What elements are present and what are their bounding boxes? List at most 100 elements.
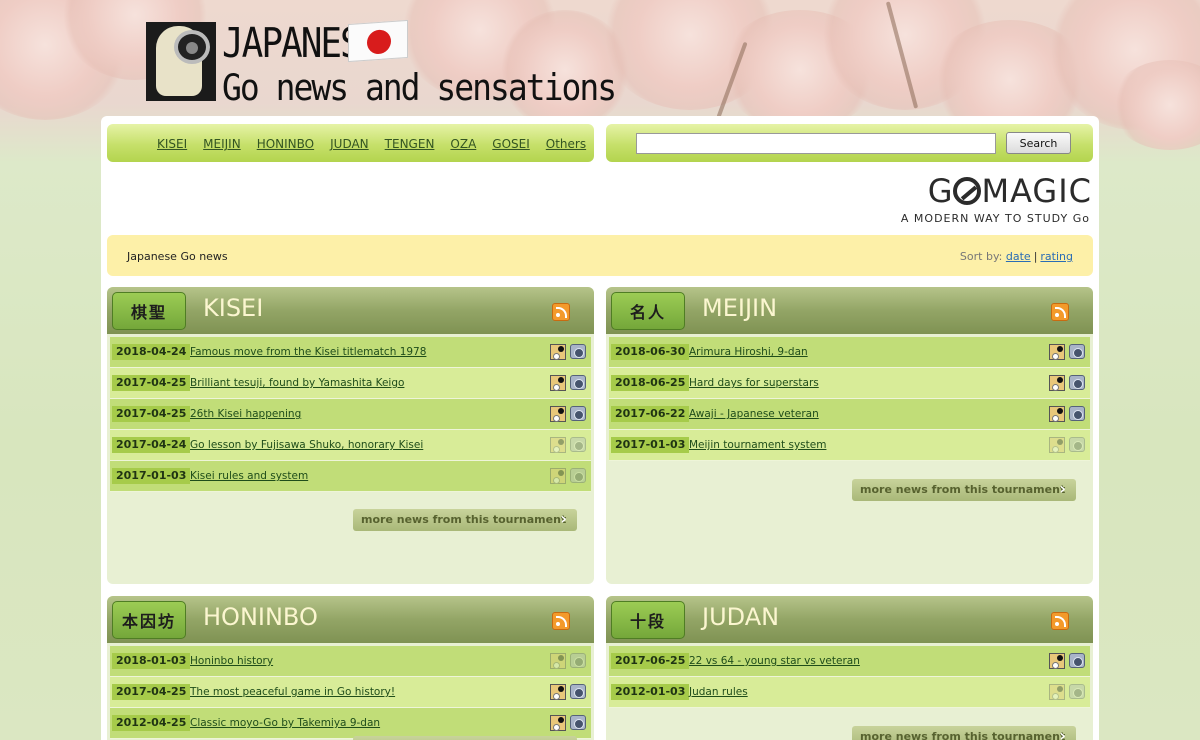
camera-icon	[570, 437, 586, 452]
news-item: 2018-04-24 Famous move from the Kisei tit…	[110, 337, 591, 368]
news-date: 2012-01-03	[611, 684, 690, 700]
camera-icon[interactable]	[1069, 653, 1085, 668]
camera-icon	[1069, 437, 1085, 452]
tournament-panel-meijin: 名人 MEIJIN 2018-06-30 Arimura Hiroshi, 9-dan…	[606, 287, 1093, 584]
news-title-link[interactable]: The most peaceful game in Go history!	[190, 686, 395, 698]
rss-feed-icon[interactable]	[552, 612, 570, 630]
nav-link-gosei[interactable]: GOSEI	[492, 137, 529, 151]
news-title-link[interactable]: Brilliant tesuji, found by Yamashita Kei…	[190, 377, 404, 389]
go-board-icon[interactable]	[550, 344, 566, 360]
kanji-badge: 十段	[611, 601, 685, 639]
camera-icon[interactable]	[1069, 406, 1085, 421]
news-date: 2017-01-03	[611, 437, 690, 453]
japan-flag-icon	[348, 19, 408, 63]
panel-header: 名人 MEIJIN	[606, 287, 1093, 334]
news-title-link[interactable]: Honinbo history	[190, 655, 273, 667]
go-board-icon[interactable]	[550, 715, 566, 731]
news-title-link[interactable]: Classic moyo-Go by Takemiya 9-dan	[190, 717, 380, 729]
news-title-link[interactable]: Awaji - Japanese veteran	[689, 408, 819, 420]
kanji-badge: 本因坊	[112, 601, 186, 639]
camera-icon[interactable]	[570, 715, 586, 730]
news-date: 2017-06-25	[611, 653, 690, 669]
site-title-line2: Go news and sensations	[222, 66, 617, 109]
rss-feed-icon[interactable]	[1051, 612, 1069, 630]
news-item: 2018-06-30 Arimura Hiroshi, 9-dan	[609, 337, 1090, 368]
news-item: 2017-01-03 Kisei rules and system	[110, 461, 591, 492]
news-item: 2012-04-25 Classic moyo-Go by Takemiya 9-…	[110, 708, 591, 739]
news-list: 2018-01-03 Honinbo history 2017-04-25 The m…	[110, 646, 591, 739]
news-list: 2018-04-24 Famous move from the Kisei tit…	[110, 337, 591, 492]
more-news-button[interactable]: more news from this tournament	[353, 735, 577, 740]
page-container: KISEI MEIJIN HONINBO JUDAN TENGEN OZA GOSEI Oth…	[101, 116, 1099, 740]
go-board-icon[interactable]	[550, 684, 566, 700]
kanji-badge: 棋聖	[112, 292, 186, 330]
panel-title[interactable]: JUDAN	[702, 603, 779, 631]
news-title-link[interactable]: Hard days for superstars	[689, 377, 819, 389]
news-date: 2018-06-25	[611, 375, 690, 391]
site-header: JAPANESE Go news and sensations	[0, 0, 1200, 118]
nav-link-tengen[interactable]: TENGEN	[385, 137, 435, 151]
camera-icon[interactable]	[570, 684, 586, 699]
sort-controls: Sort by: date | rating	[960, 250, 1073, 263]
go-board-icon	[1049, 437, 1065, 453]
news-item: 2017-04-25 The most peaceful game in Go h…	[110, 677, 591, 708]
nav-link-oza[interactable]: OZA	[450, 137, 476, 151]
panel-title[interactable]: KISEI	[203, 294, 263, 322]
news-title-link[interactable]: Famous move from the Kisei titlematch 19…	[190, 346, 426, 358]
nav-link-honinbo[interactable]: HONINBO	[257, 137, 314, 151]
go-board-icon[interactable]	[1049, 344, 1065, 360]
main-nav: KISEI MEIJIN HONINBO JUDAN TENGEN OZA GOSEI Oth…	[107, 124, 594, 162]
search-bar: Search	[606, 124, 1093, 162]
panel-title[interactable]: MEIJIN	[702, 294, 777, 322]
nav-link-others[interactable]: Others	[546, 137, 586, 151]
news-title-link[interactable]: Judan rules	[689, 686, 748, 698]
go-board-icon[interactable]	[550, 375, 566, 391]
more-news-button[interactable]: more news from this tournament	[353, 508, 577, 531]
news-date: 2018-06-30	[611, 344, 690, 360]
panel-title[interactable]: HONINBO	[203, 603, 318, 631]
more-news-button[interactable]: more news from this tournament	[852, 725, 1076, 740]
camera-icon[interactable]	[1069, 375, 1085, 390]
nav-link-judan[interactable]: JUDAN	[330, 137, 369, 151]
nav-link-kisei[interactable]: KISEI	[157, 137, 187, 151]
camera-icon[interactable]	[570, 406, 586, 421]
tournament-panel-judan: 十段 JUDAN 2017-06-25 22 vs 64 - young star v…	[606, 596, 1093, 740]
tournament-panel-kisei: 棋聖 KISEI 2018-04-24 Famous move from the Ki…	[107, 287, 594, 584]
news-date: 2017-04-25	[112, 684, 191, 700]
camera-icon	[174, 30, 210, 64]
panel-header: 本因坊 HONINBO	[107, 596, 594, 643]
kanji-badge: 名人	[611, 292, 685, 330]
more-news-button[interactable]: more news from this tournament	[852, 478, 1076, 501]
camera-icon[interactable]	[570, 344, 586, 359]
news-title-link[interactable]: Go lesson by Fujisawa Shuko, honorary Ki…	[190, 439, 423, 451]
search-input[interactable]	[636, 133, 996, 154]
news-date: 2017-04-24	[112, 437, 191, 453]
go-board-icon[interactable]	[1049, 375, 1065, 391]
rss-feed-icon[interactable]	[1051, 303, 1069, 321]
camera-icon[interactable]	[1069, 344, 1085, 359]
panel-header: 十段 JUDAN	[606, 596, 1093, 643]
go-board-icon[interactable]	[1049, 406, 1065, 422]
news-title-link[interactable]: 22 vs 64 - young star vs veteran	[689, 655, 860, 667]
gomagic-banner[interactable]: G MAGIC A MODERN WAY TO STUDY Go	[890, 172, 1092, 228]
go-board-icon	[550, 468, 566, 484]
camera-icon[interactable]	[570, 375, 586, 390]
go-board-icon[interactable]	[1049, 653, 1065, 669]
go-stone-icon	[953, 177, 982, 205]
sort-by-rating-link[interactable]: rating	[1040, 250, 1073, 263]
news-title-link[interactable]: 26th Kisei happening	[190, 408, 301, 420]
nav-link-meijin[interactable]: MEIJIN	[203, 137, 241, 151]
news-date: 2017-04-25	[112, 375, 191, 391]
gomagic-tagline: A MODERN WAY TO STUDY Go	[900, 212, 1090, 225]
news-title-link[interactable]: Kisei rules and system	[190, 470, 308, 482]
news-title-link[interactable]: Arimura Hiroshi, 9-dan	[689, 346, 808, 358]
news-item: 2017-04-25 Brilliant tesuji, found by Yam…	[110, 368, 591, 399]
news-title-link[interactable]: Meijin tournament system	[689, 439, 826, 451]
news-item: 2018-06-25 Hard days for superstars	[609, 368, 1090, 399]
site-logo[interactable]	[146, 22, 216, 101]
sort-by-date-link[interactable]: date	[1006, 250, 1031, 263]
go-board-icon[interactable]	[550, 406, 566, 422]
camera-icon	[1069, 684, 1085, 699]
rss-feed-icon[interactable]	[552, 303, 570, 321]
search-button[interactable]: Search	[1006, 132, 1071, 154]
